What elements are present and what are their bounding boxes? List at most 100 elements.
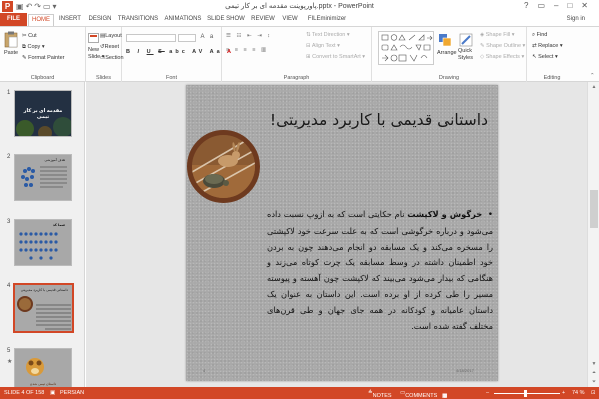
scroll-down-icon[interactable]: ▼: [588, 360, 599, 368]
increase-indent-icon[interactable]: ⇥: [257, 33, 264, 39]
bold-icon[interactable]: B: [126, 49, 133, 55]
tab-insert[interactable]: INSERT: [56, 14, 84, 26]
spellcheck-icon[interactable]: ▣: [50, 390, 55, 396]
slide-body-text[interactable]: • خرگوش و لاکپشت نام حکایتی است که به از…: [267, 207, 493, 334]
layout-button[interactable]: ▤Layout: [100, 33, 122, 39]
decrease-indent-icon[interactable]: ⇤: [247, 33, 254, 39]
font-format-buttons[interactable]: B I U S abc AV Aa A: [126, 49, 234, 55]
fit-slide-icon[interactable]: ⊡: [591, 390, 596, 396]
font-name-combo[interactable]: [126, 34, 176, 42]
quick-styles-button[interactable]: Quick Styles: [458, 48, 473, 62]
format-painter-button[interactable]: ✎ Format Painter: [22, 55, 65, 61]
align-left-icon[interactable]: ≡: [226, 47, 231, 53]
tab-animations[interactable]: ANIMATIONS: [162, 14, 204, 26]
shape-effects-button[interactable]: ◇ Shape Effects ▾: [480, 54, 524, 60]
animation-star-icon: ★: [7, 359, 13, 365]
tab-view[interactable]: VIEW: [279, 14, 301, 26]
clipboard-group: Paste ✂ Cut ⧉ Copy ▾ ✎ Format Painter Cl…: [0, 27, 86, 82]
arrange-button[interactable]: Arrange: [437, 50, 457, 56]
zoom-slider[interactable]: [494, 393, 560, 394]
convert-smartart-button[interactable]: ⊞ Convert to SmartArt ▾: [306, 54, 365, 60]
align-text-button[interactable]: ⊟ Align Text ▾: [306, 43, 340, 49]
change-case-icon[interactable]: Aa: [210, 49, 223, 55]
language-indicator[interactable]: PERSIAN: [60, 390, 84, 396]
tab-review[interactable]: REVIEW: [248, 14, 278, 26]
scroll-thumb[interactable]: [590, 190, 598, 228]
shadow-icon[interactable]: abc: [169, 49, 187, 55]
tab-file[interactable]: FILE: [0, 13, 27, 26]
arrange-icon[interactable]: [438, 33, 452, 47]
sign-in-link[interactable]: Sign in: [567, 16, 585, 22]
numbering-icon[interactable]: ☷: [236, 33, 243, 39]
close-icon[interactable]: ✕: [581, 1, 597, 10]
tab-home[interactable]: HOME: [28, 14, 54, 26]
previous-slide-icon[interactable]: ⏶: [588, 369, 599, 377]
shape-outline-button[interactable]: ✎ Shape Outline ▾: [480, 43, 525, 49]
slide-thumbnail-2[interactable]: هدف آموزشی: [14, 154, 72, 201]
next-slide-icon[interactable]: ⏷: [588, 378, 599, 386]
align-center-icon[interactable]: ≡: [235, 47, 240, 53]
notes-button[interactable]: ≙ NOTES: [368, 390, 392, 399]
quick-styles-icon[interactable]: [459, 33, 473, 47]
zoom-level[interactable]: 74 %: [572, 390, 585, 396]
text-direction-button[interactable]: ⇅ Text Direction ▾: [306, 32, 350, 38]
italic-icon[interactable]: I: [138, 49, 143, 55]
slide-photo[interactable]: [187, 130, 260, 203]
grow-font-icon[interactable]: A: [199, 34, 206, 41]
scroll-up-icon[interactable]: ▲: [588, 83, 599, 91]
ribbon-display-icon[interactable]: ▭: [537, 1, 554, 10]
shrink-font-icon[interactable]: a: [208, 34, 215, 41]
slide-thumbnail-pane: 1 مقدمه ای بر کار تیمی 2 هدف آموزشی 3 شم…: [0, 82, 85, 387]
paste-icon[interactable]: [4, 31, 18, 48]
slideshow-view-icon[interactable]: ▭: [442, 393, 451, 399]
spacing-icon[interactable]: AV: [192, 49, 205, 55]
editing-label: Editing: [543, 75, 561, 81]
window-buttons[interactable]: ?▭–□✕: [524, 1, 597, 10]
maximize-icon[interactable]: □: [567, 1, 581, 10]
zoom-slider-thumb[interactable]: [524, 390, 527, 397]
tab-transitions[interactable]: TRANSITIONS: [116, 14, 160, 26]
copy-button[interactable]: ⧉ Copy ▾: [22, 44, 45, 51]
paragraph-group: ☰ ☷ ⇤ ⇥ ↕ ≡ ≡ ≡ ≡ ▥ ⇅ Text Direction ▾ ⊟…: [222, 27, 372, 82]
story-text: نام حکایتی است که به ازوپ نسبت داده می‌ش…: [267, 209, 493, 331]
zoom-out-icon[interactable]: –: [486, 390, 489, 396]
slide-counter: SLIDE 4 OF 158: [4, 390, 45, 396]
line-spacing-icon[interactable]: ↕: [267, 33, 272, 39]
strike-icon[interactable]: S: [158, 49, 165, 55]
tab-fileminimizer[interactable]: FILEminimizer: [302, 14, 352, 26]
align-buttons[interactable]: ≡ ≡ ≡ ≡ ▥: [226, 47, 268, 53]
slide-title[interactable]: داستانی قدیمی با کاربرد مدیریتی!: [206, 111, 488, 129]
slide-thumbnail-1[interactable]: مقدمه ای بر کار تیمی: [14, 90, 72, 137]
paste-button[interactable]: Paste: [4, 50, 18, 56]
minimize-icon[interactable]: –: [554, 1, 567, 10]
underline-icon[interactable]: U: [147, 49, 154, 55]
select-button[interactable]: ↖ Select ▾: [532, 54, 558, 60]
section-button[interactable]: ▭Section: [100, 55, 124, 61]
tab-design[interactable]: DESIGN: [86, 14, 114, 26]
drawing-group: Arrange Quick Styles ◈ Shape Fill ▾ ✎ Sha…: [372, 27, 527, 82]
slide-thumbnail-4[interactable]: داستانی قدیمی با کاربرد مدیریتی: [13, 283, 74, 333]
zoom-in-icon[interactable]: +: [562, 390, 565, 396]
tab-slide-show[interactable]: SLIDE SHOW: [206, 14, 246, 26]
comments-button[interactable]: ▭ COMMENTS: [400, 390, 437, 399]
current-slide[interactable]: داستانی قدیمی با کاربرد مدیریتی! • خرگوش…: [186, 85, 498, 381]
bullets-icon[interactable]: ☰: [226, 33, 233, 39]
justify-icon[interactable]: ≡: [252, 47, 257, 53]
slide-thumbnail-5[interactable]: داستان تیمی شدن: [14, 348, 72, 387]
vertical-scrollbar[interactable]: ▲ ▼ ⏶ ⏷: [587, 82, 599, 387]
reset-button[interactable]: ↺Reset: [100, 44, 119, 50]
help-icon[interactable]: ?: [524, 1, 537, 10]
shapes-gallery[interactable]: [378, 31, 434, 65]
slide-thumbnail-3[interactable]: شما کد: [14, 219, 72, 266]
shape-fill-button[interactable]: ◈ Shape Fill ▾: [480, 32, 515, 38]
find-button[interactable]: ⌕ Find: [532, 32, 547, 39]
replace-button[interactable]: ⇄ Replace ▾: [532, 43, 563, 49]
align-right-icon[interactable]: ≡: [244, 47, 249, 53]
font-size-combo[interactable]: [178, 34, 196, 42]
collapse-ribbon-icon[interactable]: ⌃: [590, 73, 595, 79]
status-bar: SLIDE 4 OF 158 ▣ PERSIAN ≙ NOTES ▭ COMME…: [0, 387, 599, 399]
columns-icon[interactable]: ▥: [261, 47, 268, 53]
list-buttons[interactable]: ☰ ☷ ⇤ ⇥ ↕: [226, 33, 272, 39]
new-slide-icon[interactable]: [88, 33, 99, 44]
cut-button[interactable]: ✂ Cut: [22, 33, 37, 39]
